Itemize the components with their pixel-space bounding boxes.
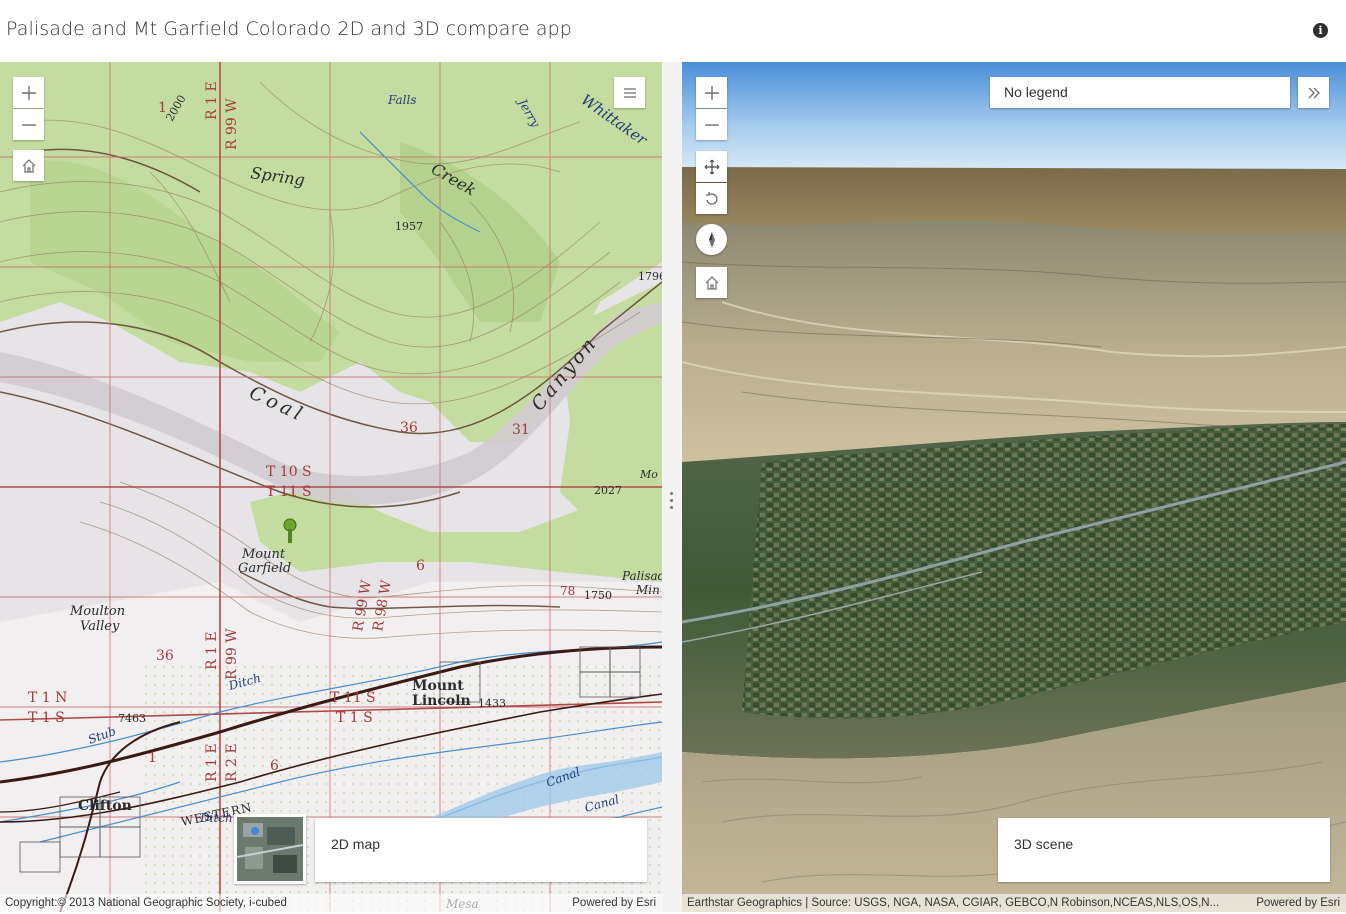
svg-text:Lincoln: Lincoln bbox=[412, 693, 471, 709]
basemap-thumbnail[interactable] bbox=[234, 814, 306, 884]
compass-button[interactable] bbox=[696, 224, 727, 255]
svg-text:R 2 E: R 2 E bbox=[224, 743, 240, 782]
svg-text:1: 1 bbox=[158, 100, 167, 116]
svg-text:36: 36 bbox=[156, 648, 174, 664]
legend-expand-button[interactable] bbox=[1298, 77, 1329, 108]
satellite-scene bbox=[682, 62, 1346, 912]
svg-text:1433: 1433 bbox=[478, 697, 506, 710]
zoom-in-icon bbox=[21, 85, 36, 100]
svg-text:78: 78 bbox=[560, 584, 575, 598]
svg-text:6: 6 bbox=[270, 758, 279, 774]
scene-3d[interactable]: No legend 3D scene Earthstar Geographics… bbox=[682, 62, 1346, 912]
svg-text:T 1 S: T 1 S bbox=[28, 710, 65, 726]
scene-3d-label-box: 3D scene bbox=[998, 818, 1330, 882]
svg-text:Valley: Valley bbox=[80, 619, 120, 634]
home-icon bbox=[22, 158, 35, 173]
attribution-3d-text: Earthstar Geographics | Source: USGS, NG… bbox=[687, 897, 1220, 909]
zoom-in-icon bbox=[704, 85, 719, 100]
map-2d-label-box: 2D map bbox=[315, 818, 647, 882]
layer-list-button[interactable] bbox=[614, 77, 645, 108]
map-2d-label: 2D map bbox=[331, 836, 381, 852]
svg-text:R 99 W: R 99 W bbox=[224, 98, 240, 150]
powered-by-esri-2d[interactable]: Powered by Esri bbox=[572, 894, 656, 912]
split-handle-icon[interactable] bbox=[668, 492, 674, 514]
svg-text:T 1 S: T 1 S bbox=[336, 710, 373, 726]
topo-map: Falls Jerry Whittaker Ditch Ditch Stub C… bbox=[0, 62, 662, 912]
svg-text:T 11 S: T 11 S bbox=[330, 690, 376, 706]
imagery-thumbnail bbox=[236, 817, 304, 881]
app-header: Palisade and Mt Garfield Colorado 2D and… bbox=[0, 0, 1346, 62]
zoom-in-button-3d[interactable] bbox=[696, 77, 727, 108]
zoom-out-icon bbox=[704, 123, 719, 126]
legend-panel: No legend bbox=[990, 77, 1290, 108]
svg-text:T 10 S: T 10 S bbox=[266, 464, 312, 480]
expand-icon bbox=[1308, 87, 1320, 98]
svg-text:2027: 2027 bbox=[594, 484, 622, 497]
svg-text:1957: 1957 bbox=[395, 220, 423, 233]
home-button[interactable] bbox=[13, 150, 44, 181]
svg-text:Clifton: Clifton bbox=[78, 798, 132, 814]
map-2d[interactable]: Falls Jerry Whittaker Ditch Ditch Stub C… bbox=[0, 62, 662, 912]
svg-text:R 99 W: R 99 W bbox=[224, 628, 240, 680]
legend-text: No legend bbox=[1004, 84, 1068, 100]
app-title: Palisade and Mt Garfield Colorado 2D and… bbox=[6, 18, 572, 40]
attribution-2d-text: Copyright:© 2013 National Geographic Soc… bbox=[5, 897, 287, 909]
scene-3d-label: 3D scene bbox=[1014, 836, 1074, 852]
svg-text:Moulton: Moulton bbox=[69, 604, 125, 619]
zoom-out-button-3d[interactable] bbox=[696, 109, 727, 140]
rotate-icon bbox=[705, 191, 718, 205]
svg-text:36: 36 bbox=[400, 420, 418, 436]
svg-text:Palisade: Palisade bbox=[621, 569, 662, 583]
pan-button[interactable] bbox=[696, 151, 727, 182]
svg-text:31: 31 bbox=[512, 422, 530, 438]
svg-text:T 11 S: T 11 S bbox=[266, 484, 312, 500]
attribution-2d: Copyright:© 2013 National Geographic Soc… bbox=[0, 894, 662, 912]
svg-text:Mo: Mo bbox=[639, 468, 658, 481]
attribution-3d: Earthstar Geographics | Source: USGS, NG… bbox=[682, 894, 1346, 912]
svg-text:1: 1 bbox=[148, 750, 157, 766]
svg-text:6: 6 bbox=[416, 558, 425, 574]
zoom-in-button[interactable] bbox=[13, 77, 44, 108]
svg-text:Falls: Falls bbox=[387, 93, 417, 107]
svg-text:Mount: Mount bbox=[412, 678, 464, 694]
svg-text:R 1 E: R 1 E bbox=[204, 743, 220, 782]
split-divider[interactable] bbox=[662, 62, 682, 912]
rotate-button[interactable] bbox=[696, 183, 727, 214]
svg-text:1796: 1796 bbox=[638, 270, 662, 283]
pan-icon bbox=[704, 159, 719, 174]
home-icon bbox=[705, 275, 718, 290]
svg-text:T 1 N: T 1 N bbox=[28, 690, 67, 706]
svg-text:Min: Min bbox=[635, 583, 660, 597]
zoom-out-icon bbox=[21, 123, 36, 126]
layer-list-icon bbox=[623, 87, 636, 98]
compass-icon bbox=[708, 231, 715, 248]
svg-text:Mount: Mount bbox=[241, 547, 286, 562]
svg-text:Garfield: Garfield bbox=[238, 561, 291, 576]
info-icon[interactable]: i bbox=[1313, 23, 1328, 38]
svg-text:R 1 E: R 1 E bbox=[204, 81, 220, 120]
svg-text:R 1 E: R 1 E bbox=[204, 631, 220, 670]
zoom-out-button[interactable] bbox=[13, 109, 44, 140]
svg-text:1750: 1750 bbox=[584, 589, 612, 602]
powered-by-esri-3d[interactable]: Powered by Esri bbox=[1256, 894, 1340, 912]
svg-text:7463: 7463 bbox=[118, 712, 146, 725]
home-button-3d[interactable] bbox=[696, 267, 727, 298]
